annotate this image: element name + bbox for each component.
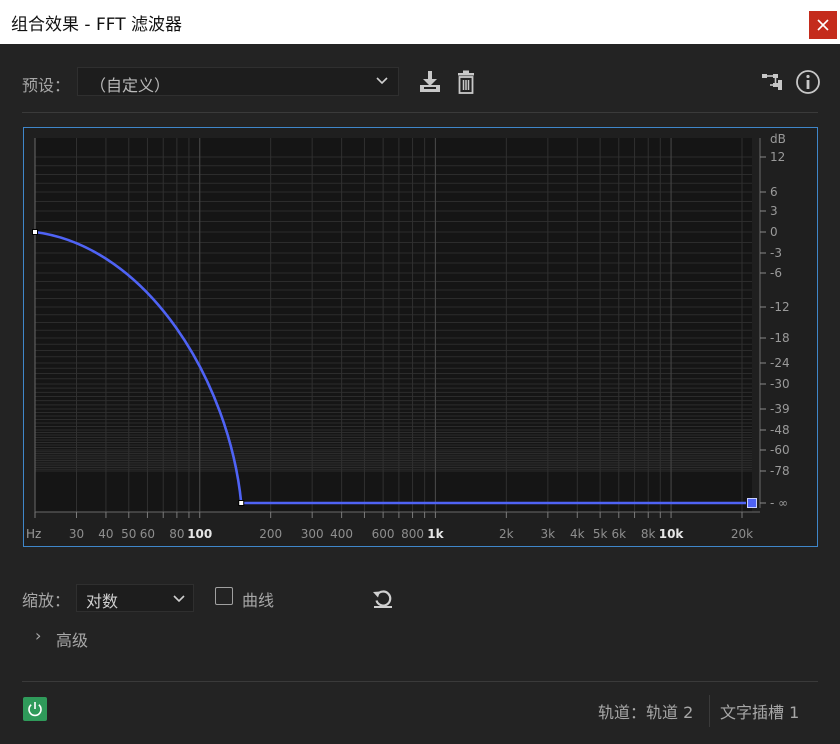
status-separator: [709, 695, 710, 727]
preset-dropdown[interactable]: （自定义）: [77, 67, 399, 96]
zoom-value: 对数: [86, 592, 119, 611]
db-tick-label: -78: [770, 464, 790, 478]
window-title: 组合效果 - FFT 滤波器: [11, 15, 182, 35]
db-tick-label: 3: [770, 204, 778, 218]
divider: [22, 112, 818, 113]
hz-tick-label: 800: [401, 527, 424, 541]
hz-tick-label: 30: [69, 527, 84, 541]
hz-tick-label: 8k: [641, 527, 656, 541]
title-bar: 组合效果 - FFT 滤波器: [0, 0, 840, 44]
db-tick-label: -18: [770, 331, 790, 345]
download-icon: [420, 71, 440, 92]
divider: [22, 681, 818, 682]
hz-tick-label: 2k: [499, 527, 514, 541]
hz-tick-label: 50: [121, 527, 136, 541]
hz-tick-label: 20k: [731, 527, 753, 541]
hz-tick-label: 100: [187, 527, 212, 541]
advanced-toggle[interactable]: 高级: [56, 627, 88, 651]
db-tick-label: -60: [770, 443, 790, 457]
reset-icon: [373, 590, 392, 608]
zoom-dropdown[interactable]: 对数: [76, 584, 194, 612]
hz-tick-label: 6k: [611, 527, 626, 541]
control-point[interactable]: [747, 498, 757, 508]
db-tick-label: -12: [770, 300, 790, 314]
control-point[interactable]: [238, 500, 245, 506]
info-icon: [796, 70, 820, 94]
reset-button[interactable]: [369, 584, 397, 612]
hz-tick-label: 40: [98, 527, 113, 541]
db-tick-label: -39: [770, 402, 790, 416]
curve-label: 曲线: [242, 591, 275, 610]
close-button[interactable]: [809, 11, 837, 39]
track-status: 轨道：轨道 2: [598, 703, 694, 722]
chevron-down-icon: [376, 77, 388, 85]
db-tick-label: 6: [770, 185, 778, 199]
close-icon: [817, 19, 829, 31]
routing-icon: [762, 74, 782, 90]
advanced-chevron-icon[interactable]: ›: [35, 626, 41, 645]
db-tick-label: 12: [770, 150, 785, 164]
slot-status: 文字插槽 1: [720, 703, 800, 722]
db-tick-label: -30: [770, 377, 790, 391]
chevron-down-icon: [173, 595, 185, 603]
preset-value: （自定义）: [90, 76, 171, 95]
routing-button[interactable]: [758, 68, 786, 96]
db-tick-label: -24: [770, 356, 790, 370]
delete-preset-button[interactable]: [452, 68, 480, 96]
db-tick-label: -48: [770, 423, 790, 437]
hz-tick-label: 5k: [593, 527, 608, 541]
fft-curve-graph[interactable]: dB 12 6 3 0 -3 -6 -12 -18 -24 -30 -39 -48 -60 -78- ∞ Hz…: [23, 127, 818, 547]
db-tick-label: -3: [770, 246, 782, 260]
zoom-label: 缩放：: [22, 591, 71, 610]
power-icon: [28, 702, 42, 717]
db-tick-label: 0: [770, 225, 778, 239]
db-tick-label: - ∞: [770, 496, 788, 510]
info-button[interactable]: [794, 68, 822, 96]
hz-tick-label: 1k: [427, 527, 444, 541]
hz-tick-label: 200: [259, 527, 282, 541]
hz-tick-label: 10k: [659, 527, 685, 541]
db-unit-label: dB: [770, 132, 786, 146]
hz-tick-label: 4k: [570, 527, 585, 541]
download-preset-button[interactable]: [416, 68, 444, 96]
trash-icon: [458, 70, 474, 94]
hz-tick-label: 80: [169, 527, 184, 541]
graph-canvas[interactable]: dB12630-3-6-12-18-24-30-39-48-60-78- ∞Hz…: [24, 128, 819, 548]
preset-label: 预设：: [22, 76, 71, 95]
hz-tick-label: 3k: [541, 527, 556, 541]
plot-area: [35, 138, 752, 512]
curve-checkbox[interactable]: [215, 587, 233, 605]
hz-tick-label: 400: [330, 527, 353, 541]
hz-tick-label: 300: [301, 527, 324, 541]
hz-tick-label: 60: [140, 527, 155, 541]
hz-unit-label: Hz: [26, 527, 41, 541]
db-tick-label: -6: [770, 266, 782, 280]
hz-tick-label: 600: [372, 527, 395, 541]
power-button[interactable]: [23, 697, 47, 721]
control-point[interactable]: [32, 229, 38, 235]
